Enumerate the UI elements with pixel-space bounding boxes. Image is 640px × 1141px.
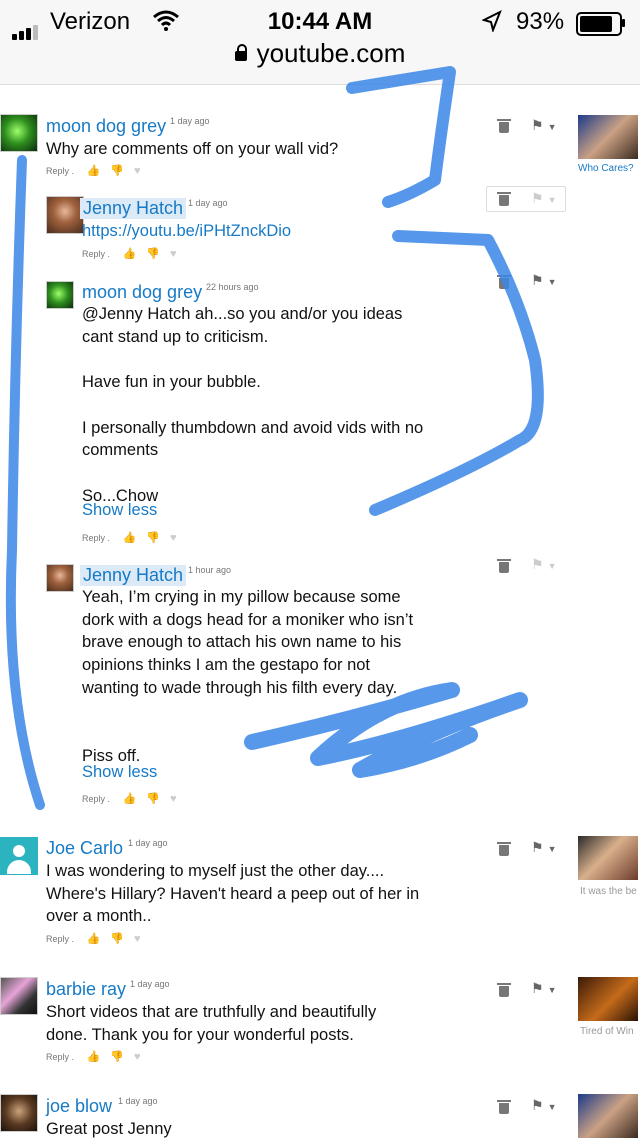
show-less-link[interactable]: Show less — [82, 763, 157, 782]
comment-text: Great post Jenny — [46, 1120, 172, 1138]
reply-button[interactable]: Reply — [82, 794, 105, 804]
thumbs-down-icon[interactable]: 👎 — [110, 932, 124, 945]
status-bar: Verizon 10:44 AM 93% youtube.com — [0, 0, 640, 85]
comment-text: Why are comments off on your wall vid? — [46, 140, 339, 158]
thumbs-down-icon[interactable]: 👎 — [110, 164, 124, 177]
trash-icon[interactable] — [497, 119, 511, 133]
scribble-stroke — [346, 66, 456, 208]
thumbs-down-icon[interactable]: 👎 — [110, 1050, 124, 1063]
reply-button[interactable]: Reply — [46, 166, 69, 176]
reply-button[interactable]: Reply — [46, 934, 69, 944]
thumbs-down-icon[interactable]: 👎 — [146, 792, 160, 805]
avatar[interactable] — [46, 196, 84, 234]
flag-icon[interactable]: ⚑ ▼ — [531, 190, 556, 207]
avatar[interactable] — [0, 1094, 38, 1132]
comment-author[interactable]: joe blow — [46, 1096, 112, 1117]
heart-icon[interactable]: ♥ — [170, 793, 177, 805]
comment-author[interactable]: Jenny Hatch — [80, 198, 187, 219]
location-arrow-icon — [482, 10, 502, 32]
flag-icon[interactable]: ⚑ ▼ — [531, 556, 556, 573]
thumbs-up-icon[interactable]: 👍 — [87, 932, 101, 945]
thumbs-up-icon[interactable]: 👍 — [123, 531, 137, 544]
heart-icon[interactable]: ♥ — [134, 933, 141, 945]
thumbs-up-icon[interactable]: 👍 — [123, 247, 137, 260]
comment-actions: Reply . 👍 👎 ♥ — [82, 531, 177, 544]
heart-icon[interactable]: ♥ — [134, 165, 141, 177]
battery-percent: 93% — [516, 8, 565, 35]
trash-icon[interactable] — [497, 842, 511, 856]
comment-text: Short videos that are truthfully and bea… — [46, 1003, 377, 1044]
url-text: youtube.com — [256, 38, 406, 68]
lock-icon — [234, 44, 247, 61]
trash-icon[interactable] — [497, 275, 511, 289]
comment-actions: Reply . 👍 👎 ♥ — [82, 247, 177, 260]
trash-icon[interactable] — [497, 559, 511, 573]
reply-button[interactable]: Reply — [46, 1052, 69, 1062]
avatar[interactable] — [46, 564, 74, 592]
flag-icon[interactable]: ⚑ ▼ — [531, 117, 556, 134]
side-video-thumbnail[interactable] — [578, 977, 638, 1021]
comment-time[interactable]: 1 day ago — [188, 198, 228, 208]
heart-icon[interactable]: ♥ — [134, 1051, 141, 1063]
reply-button[interactable]: Reply — [82, 533, 105, 543]
comment-actions: Reply . 👍 👎 ♥ — [46, 164, 141, 177]
comment-text: I was wondering to myself just the other… — [46, 862, 420, 926]
comment-time[interactable]: 1 day ago — [118, 1096, 158, 1106]
comment-author[interactable]: moon dog grey — [46, 116, 166, 137]
comment-text: Yeah, I’m crying in my pillow because so… — [82, 588, 414, 765]
battery-tip — [622, 19, 625, 27]
thumbs-up-icon[interactable]: 👍 — [123, 792, 137, 805]
comment-time[interactable]: 1 day ago — [128, 838, 168, 848]
battery-icon — [576, 12, 622, 36]
trash-icon[interactable] — [497, 983, 511, 997]
comment-actions: Reply . 👍 👎 ♥ — [46, 932, 141, 945]
show-less-link[interactable]: Show less — [82, 501, 157, 520]
avatar[interactable] — [0, 837, 38, 875]
comment-author[interactable]: moon dog grey — [82, 282, 202, 303]
avatar[interactable] — [0, 114, 38, 152]
address-bar[interactable]: youtube.com — [0, 38, 640, 69]
comment-time[interactable]: 1 day ago — [130, 979, 170, 989]
flag-icon[interactable]: ⚑ ▼ — [531, 980, 556, 997]
avatar[interactable] — [46, 281, 74, 309]
comment-actions: Reply . 👍 👎 ♥ — [46, 1050, 141, 1063]
side-video-caption[interactable]: Tired of Win — [580, 1026, 640, 1037]
heart-icon[interactable]: ♥ — [170, 532, 177, 544]
scribble-stroke — [5, 155, 45, 810]
comment-author[interactable]: Joe Carlo — [46, 838, 123, 859]
comment-actions: Reply . 👍 👎 ♥ — [82, 792, 177, 805]
comment-author[interactable]: barbie ray — [46, 979, 126, 1000]
thumbs-up-icon[interactable]: 👍 — [87, 164, 101, 177]
comment-author[interactable]: Jenny Hatch — [80, 565, 187, 586]
comment-link[interactable]: https://youtu.be/iPHtZnckDio — [82, 220, 291, 243]
flag-icon[interactable]: ⚑ ▼ — [531, 839, 556, 856]
trash-icon[interactable] — [497, 192, 511, 206]
avatar[interactable] — [0, 977, 38, 1015]
comment-time[interactable]: 1 hour ago — [188, 565, 231, 575]
thumbs-down-icon[interactable]: 👎 — [146, 247, 160, 260]
side-video-thumbnail[interactable] — [578, 1094, 638, 1138]
thumbs-up-icon[interactable]: 👍 — [87, 1050, 101, 1063]
heart-icon[interactable]: ♥ — [170, 248, 177, 260]
side-video-thumbnail[interactable] — [578, 115, 638, 159]
comment-time[interactable]: 1 day ago — [170, 116, 210, 126]
side-video-caption[interactable]: Who Cares? — [578, 163, 640, 174]
thumbs-down-icon[interactable]: 👎 — [146, 531, 160, 544]
comment-text: @Jenny Hatch ah...so you and/or you idea… — [82, 305, 424, 505]
comment-time[interactable]: 22 hours ago — [206, 282, 259, 292]
flag-icon[interactable]: ⚑ ▼ — [531, 272, 556, 289]
reply-button[interactable]: Reply — [82, 249, 105, 259]
flag-icon[interactable]: ⚑ ▼ — [531, 1097, 556, 1114]
side-video-caption[interactable]: It was the be — [580, 886, 640, 897]
side-video-thumbnail[interactable] — [578, 836, 638, 880]
trash-icon[interactable] — [497, 1100, 511, 1114]
